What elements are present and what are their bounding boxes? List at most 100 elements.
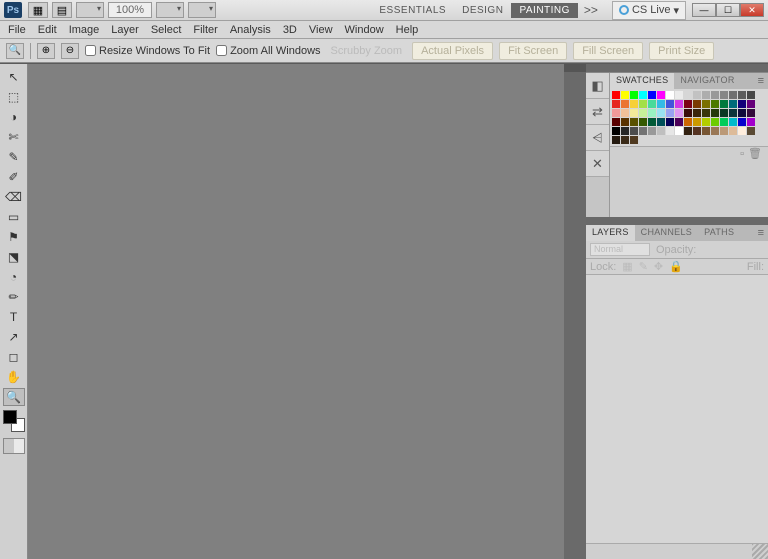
- menu-analysis[interactable]: Analysis: [230, 24, 271, 36]
- zoom-all-checkbox[interactable]: Zoom All Windows: [216, 45, 320, 57]
- eraser-tool[interactable]: ◔: [3, 268, 25, 286]
- swatch[interactable]: [621, 109, 629, 117]
- brush-panel-icon[interactable]: ⇄: [586, 99, 609, 125]
- swatch[interactable]: [711, 127, 719, 135]
- swatch[interactable]: [621, 91, 629, 99]
- quick-select-tool[interactable]: ✄: [3, 128, 25, 146]
- lasso-tool[interactable]: ◑: [3, 108, 25, 126]
- swatch[interactable]: [693, 127, 701, 135]
- menu-help[interactable]: Help: [396, 24, 419, 36]
- swatch[interactable]: [675, 100, 683, 108]
- swatch[interactable]: [747, 109, 755, 117]
- swatch[interactable]: [621, 118, 629, 126]
- delete-swatch-icon[interactable]: 🗑: [748, 147, 762, 160]
- print-size-button[interactable]: Print Size: [649, 42, 714, 60]
- swatch[interactable]: [657, 118, 665, 126]
- shape-tool[interactable]: ◻: [3, 348, 25, 366]
- lock-transparency-icon[interactable]: ▦: [622, 260, 632, 273]
- swatch[interactable]: [684, 118, 692, 126]
- lock-position-icon[interactable]: ✥: [654, 260, 663, 273]
- swatch[interactable]: [747, 91, 755, 99]
- workspace-design[interactable]: DESIGN: [454, 3, 511, 18]
- color-panel-icon[interactable]: ◧: [586, 73, 609, 99]
- swatches-grid[interactable]: [612, 91, 766, 144]
- resize-windows-input[interactable]: [85, 45, 96, 56]
- lock-all-icon[interactable]: 🔒: [669, 260, 683, 273]
- swatch[interactable]: [711, 100, 719, 108]
- swatch[interactable]: [711, 109, 719, 117]
- swatch[interactable]: [702, 100, 710, 108]
- menu-edit[interactable]: Edit: [38, 24, 57, 36]
- swatch[interactable]: [657, 91, 665, 99]
- foreground-color-swatch[interactable]: [3, 410, 17, 424]
- swatch[interactable]: [720, 109, 728, 117]
- arrange-documents-dropdown[interactable]: [76, 2, 104, 18]
- swatch[interactable]: [648, 118, 656, 126]
- swatch[interactable]: [738, 109, 746, 117]
- zoom-tool[interactable]: 🔍: [3, 388, 25, 406]
- swatch[interactable]: [657, 109, 665, 117]
- swatch[interactable]: [666, 100, 674, 108]
- swatch[interactable]: [729, 127, 737, 135]
- gradient-tool[interactable]: ✏: [3, 288, 25, 306]
- launch-bridge-button[interactable]: ▦: [28, 2, 48, 18]
- swatch[interactable]: [684, 91, 692, 99]
- extras-dropdown[interactable]: [188, 2, 216, 18]
- dock-handle[interactable]: [564, 64, 586, 72]
- zoom-level-field[interactable]: 100%: [108, 2, 152, 18]
- tab-channels[interactable]: CHANNELS: [635, 225, 698, 241]
- swatch[interactable]: [666, 91, 674, 99]
- workspace-more-button[interactable]: >>: [578, 1, 604, 19]
- new-swatch-icon[interactable]: ▫: [740, 148, 744, 160]
- zoom-tool-preset-icon[interactable]: 🔍: [6, 43, 24, 59]
- swatch[interactable]: [720, 127, 728, 135]
- swatch[interactable]: [702, 118, 710, 126]
- swatch[interactable]: [693, 118, 701, 126]
- swatch[interactable]: [738, 100, 746, 108]
- swatch[interactable]: [612, 118, 620, 126]
- swatch[interactable]: [666, 109, 674, 117]
- swatch[interactable]: [702, 109, 710, 117]
- cs-live-button[interactable]: CS Live ▾: [612, 1, 686, 20]
- swatch[interactable]: [621, 136, 629, 144]
- mini-bridge-button[interactable]: ▤: [52, 2, 72, 18]
- swatch[interactable]: [729, 118, 737, 126]
- lock-pixels-icon[interactable]: ✎: [639, 260, 648, 273]
- panel-drag-handle[interactable]: [586, 64, 768, 72]
- panel-drag-handle[interactable]: [586, 217, 768, 225]
- brush-presets-icon[interactable]: ⩤: [586, 125, 609, 151]
- swatch[interactable]: [630, 127, 638, 135]
- zoom-in-icon[interactable]: ⊕: [37, 43, 55, 59]
- swatch[interactable]: [639, 109, 647, 117]
- swatch[interactable]: [747, 118, 755, 126]
- swatch[interactable]: [630, 91, 638, 99]
- swatch[interactable]: [729, 100, 737, 108]
- swatch[interactable]: [630, 136, 638, 144]
- swatch[interactable]: [630, 100, 638, 108]
- swatch[interactable]: [648, 91, 656, 99]
- zoom-out-icon[interactable]: ⊖: [61, 43, 79, 59]
- swatch[interactable]: [684, 100, 692, 108]
- swatch[interactable]: [639, 118, 647, 126]
- healing-brush-tool[interactable]: ⌫: [3, 188, 25, 206]
- swatch[interactable]: [720, 118, 728, 126]
- layers-panel-menu-icon[interactable]: ≡: [754, 225, 768, 241]
- tab-swatches[interactable]: SWATCHES: [610, 73, 674, 89]
- swatch[interactable]: [666, 118, 674, 126]
- swatch[interactable]: [738, 118, 746, 126]
- menu-file[interactable]: File: [8, 24, 26, 36]
- swatch[interactable]: [738, 127, 746, 135]
- swatch[interactable]: [630, 118, 638, 126]
- type-tool[interactable]: T: [3, 308, 25, 326]
- swatch[interactable]: [621, 100, 629, 108]
- clone-stamp-tool[interactable]: ⚑: [3, 228, 25, 246]
- menu-select[interactable]: Select: [151, 24, 182, 36]
- swatches-panel-menu-icon[interactable]: ≡: [754, 73, 768, 89]
- crop-tool[interactable]: ✎: [3, 148, 25, 166]
- minimize-button[interactable]: —: [692, 3, 716, 17]
- swatch[interactable]: [621, 127, 629, 135]
- swatch[interactable]: [738, 91, 746, 99]
- swatch[interactable]: [720, 91, 728, 99]
- swatch[interactable]: [657, 127, 665, 135]
- tool-presets-icon[interactable]: ✕: [586, 151, 609, 177]
